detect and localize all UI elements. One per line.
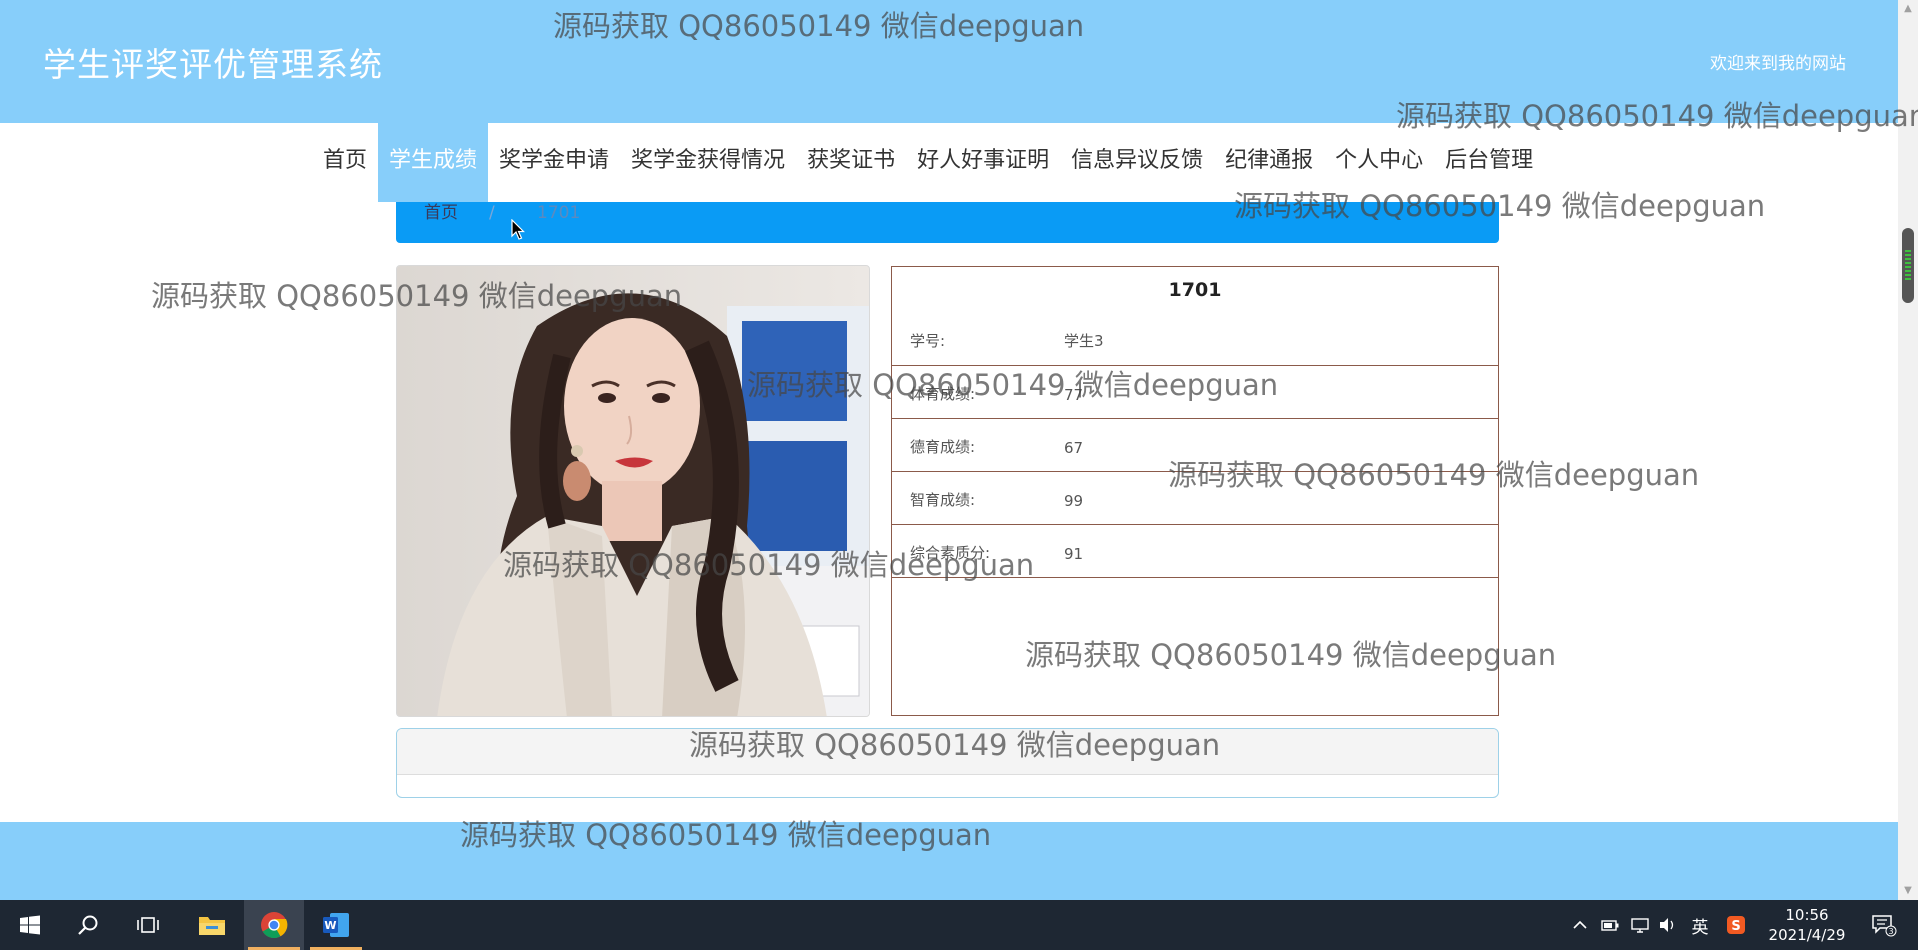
nav-item-discipline[interactable]: 纪律通报 <box>1214 123 1324 202</box>
field-label: 体育成绩: <box>910 385 976 403</box>
detail-title: 1701 <box>1168 279 1222 301</box>
nav-item-admin[interactable]: 后台管理 <box>1434 123 1544 202</box>
clock-time: 10:56 <box>1785 906 1829 924</box>
chrome-icon[interactable] <box>244 900 304 950</box>
field-row: 综合素质分: 91 <box>892 525 1498 578</box>
mouse-cursor-icon <box>511 219 525 240</box>
student-photo <box>396 265 870 717</box>
windows-taskbar: W 英 S 10:56 2021/4/29 3 <box>0 900 1918 950</box>
student-photo-illustration <box>397 266 869 716</box>
field-value: 77 <box>1064 386 1084 404</box>
field-row: 学号: 学生3 <box>892 313 1498 366</box>
network-icon[interactable] <box>1626 900 1654 950</box>
search-icon[interactable] <box>58 900 118 950</box>
nav-item-good-deeds[interactable]: 好人好事证明 <box>906 123 1060 202</box>
site-title[interactable]: 学生评奖评优管理系统 <box>43 38 383 86</box>
score-detail-card: 1701 学号: 学生3 体育成绩: 77 德育成绩: 67 智育成绩: 99 … <box>891 266 1499 716</box>
page-scrollbar[interactable]: ▲ ▼ <box>1898 0 1918 900</box>
nav-item-student-scores[interactable]: 学生成绩 <box>378 123 489 202</box>
breadcrumb: 首页 / 1701 <box>396 202 1499 243</box>
field-row: 智育成绩: 99 <box>892 472 1498 525</box>
breadcrumb-current: 1701 <box>537 203 581 223</box>
volume-icon[interactable] <box>1654 900 1682 950</box>
tray-chevron-up-icon[interactable] <box>1568 900 1592 950</box>
welcome-text: 欢迎来到我的网站 <box>1710 54 1846 74</box>
site-footer <box>0 822 1898 900</box>
start-windows-icon[interactable] <box>0 900 60 950</box>
field-value: 99 <box>1064 492 1084 510</box>
nav-item-profile[interactable]: 个人中心 <box>1324 123 1434 202</box>
field-value: 91 <box>1064 545 1084 563</box>
field-value: 67 <box>1064 439 1084 457</box>
main-nav: 首页 学生成绩 奖学金申请 奖学金获得情况 获奖证书 好人好事证明 信息异议反馈… <box>0 123 1898 202</box>
notification-center-icon[interactable]: 3 <box>1864 900 1904 950</box>
ime-language-indicator[interactable]: 英 <box>1686 900 1714 950</box>
field-label: 学号: <box>910 332 946 350</box>
breadcrumb-home-link[interactable]: 首页 <box>424 202 458 224</box>
file-explorer-icon[interactable] <box>182 900 242 950</box>
content-panel <box>396 728 1499 798</box>
nav-item-feedback[interactable]: 信息异议反馈 <box>1060 123 1214 202</box>
scroll-up-arrow-icon[interactable]: ▲ <box>1898 0 1918 18</box>
field-label: 综合素质分: <box>910 544 991 562</box>
nav-item-scholarship-apply[interactable]: 奖学金申请 <box>488 123 620 202</box>
task-view-icon[interactable] <box>118 900 178 950</box>
field-value: 学生3 <box>1064 332 1104 350</box>
panel-header <box>397 729 1498 775</box>
notification-count: 3 <box>1888 927 1893 936</box>
svg-text:S: S <box>1731 919 1740 934</box>
scroll-thumb[interactable] <box>1902 228 1914 303</box>
field-row: 德育成绩: 67 <box>892 419 1498 472</box>
nav-item-scholarship-results[interactable]: 奖学金获得情况 <box>620 123 796 202</box>
clock-date: 2021/4/29 <box>1768 926 1846 944</box>
field-label: 德育成绩: <box>910 438 976 456</box>
battery-icon[interactable] <box>1596 900 1624 950</box>
system-clock[interactable]: 10:56 2021/4/29 <box>1752 905 1862 945</box>
nav-item-home[interactable]: 首页 <box>312 123 378 202</box>
svg-text:W: W <box>324 919 336 932</box>
scroll-down-arrow-icon[interactable]: ▼ <box>1898 882 1918 900</box>
site-header: 学生评奖评优管理系统 欢迎来到我的网站 <box>0 0 1898 123</box>
field-row: 体育成绩: 77 <box>892 366 1498 419</box>
nav-item-certificates[interactable]: 获奖证书 <box>796 123 906 202</box>
word-icon[interactable]: W <box>306 900 366 950</box>
breadcrumb-separator: / <box>489 203 495 223</box>
sogou-input-icon[interactable]: S <box>1722 900 1750 950</box>
field-label: 智育成绩: <box>910 491 976 509</box>
